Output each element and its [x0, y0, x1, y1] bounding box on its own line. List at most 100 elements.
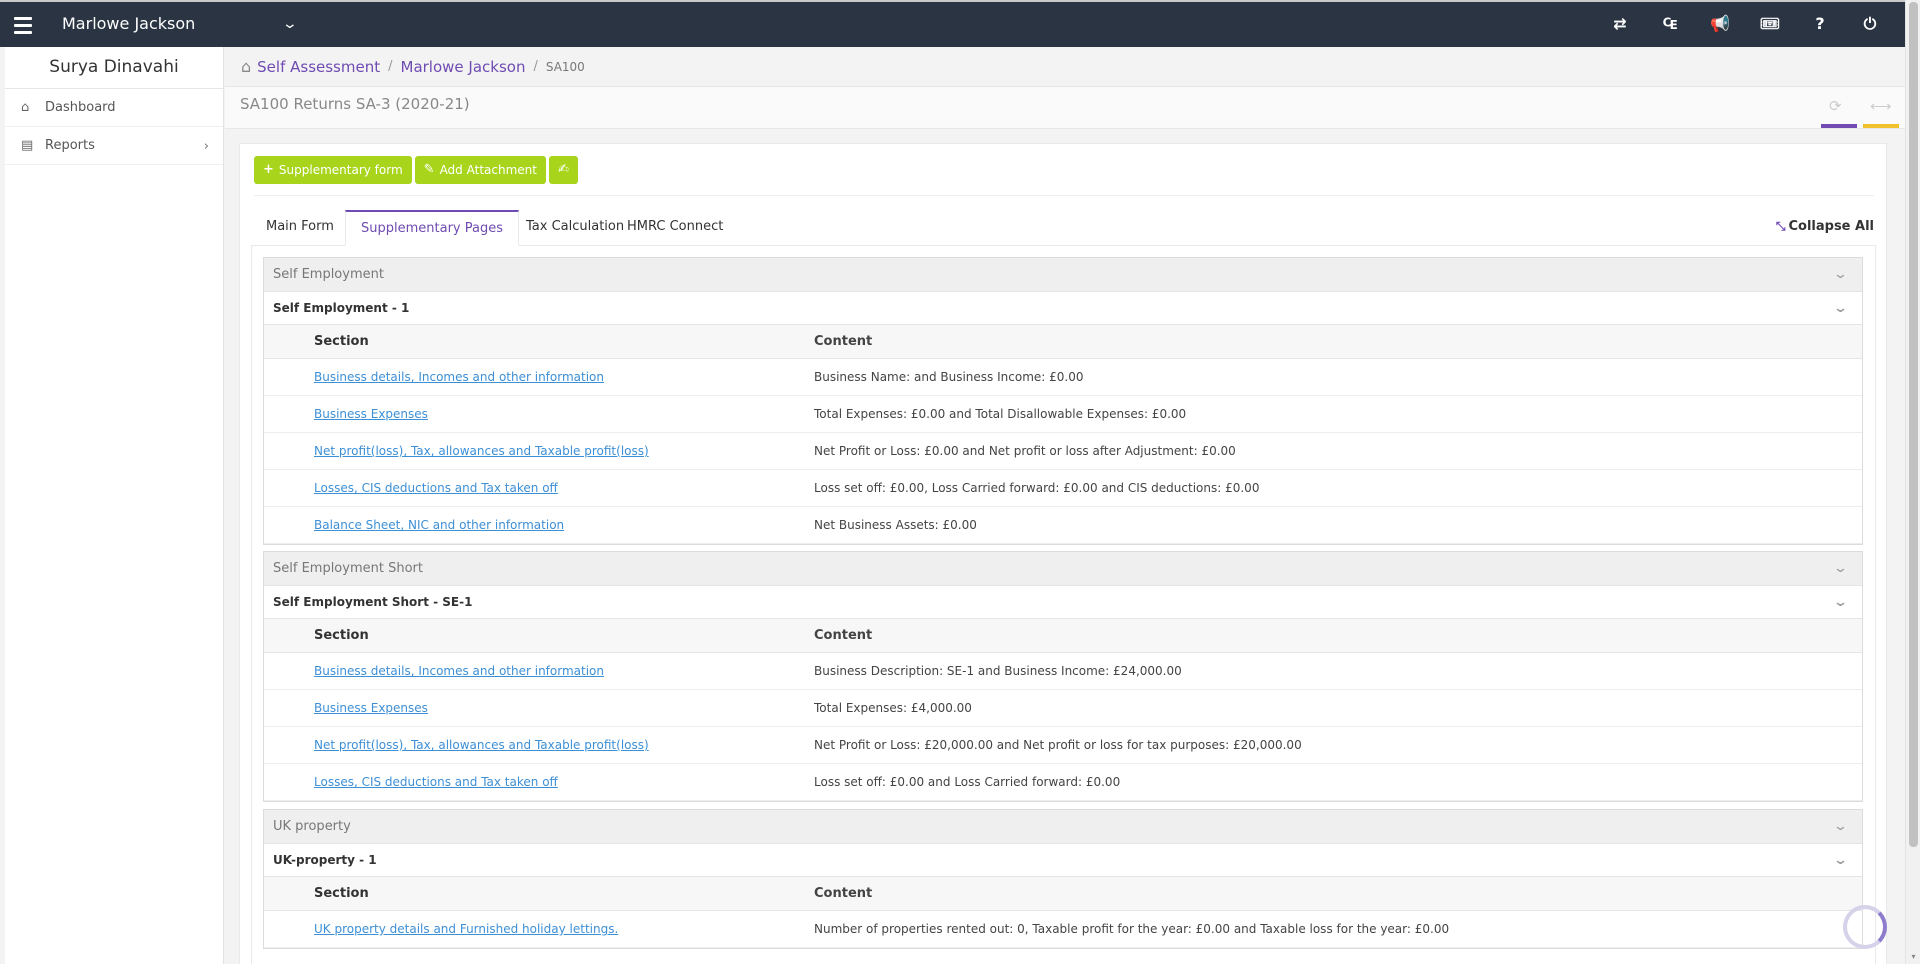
chevron-down-icon: ⌄: [1832, 301, 1849, 316]
group-self-employment-short: Self Employment Short ⌄ Self Employment S…: [263, 551, 1863, 802]
section-content: Number of properties rented out: 0, Taxa…: [814, 922, 1450, 936]
subgroup-title: Self Employment Short - SE-1: [273, 595, 473, 609]
table-header: Section Content: [264, 619, 1862, 653]
column-header-content: Content: [814, 628, 873, 643]
section-link[interactable]: Business Expenses: [314, 690, 428, 726]
breadcrumb-current: SA100: [545, 59, 585, 74]
breadcrumb: ⌂ Self Assessment / Marlowe Jackson / SA…: [225, 47, 1905, 87]
section-content: Net Business Assets: £0.00: [814, 518, 977, 532]
file-icon: ▤: [21, 138, 34, 153]
page-scrollbar[interactable]: ▾: [1905, 0, 1920, 964]
ticket-icon[interactable]: 🎟: [1745, 14, 1795, 34]
hamburger-menu-icon[interactable]: [14, 12, 40, 38]
plus-icon: +: [263, 162, 274, 177]
breadcrumb-separator: /: [533, 59, 538, 74]
collapse-all-label: Collapse All: [1788, 219, 1874, 234]
sidebar-item-reports[interactable]: ▤ Reports ›: [5, 127, 223, 165]
add-attachment-button[interactable]: ✎ Add Attachment: [414, 156, 546, 184]
subgroup-header[interactable]: UK-property - 1 ⌄: [264, 844, 1862, 877]
subgroup-title: Self Employment - 1: [273, 301, 410, 315]
breadcrumb-client[interactable]: Marlowe Jackson: [401, 58, 526, 76]
chevron-right-icon: ›: [203, 139, 209, 154]
sidebar-item-dashboard[interactable]: ⌂ Dashboard: [5, 89, 223, 127]
tab-bar: Main Form Supplementary Pages Tax Calcul…: [251, 210, 1876, 246]
section-link[interactable]: UK property details and Furnished holida…: [314, 911, 618, 947]
group-uk-property: UK property ⌄ UK-property - 1 ⌄ Section Co…: [263, 809, 1863, 949]
transfer-icon[interactable]: ⇄: [1595, 14, 1645, 34]
column-header-section: Section: [314, 334, 369, 349]
column-header-content: Content: [814, 334, 873, 349]
expand-icon[interactable]: ⟷: [1870, 97, 1892, 115]
refresh-indicator: [1821, 124, 1857, 128]
table-row: Business details, Incomes and other info…: [264, 653, 1862, 690]
section-link[interactable]: Business Expenses: [314, 396, 428, 432]
section-content: Total Expenses: £4,000.00: [814, 701, 972, 715]
main-content: ⌂ Self Assessment / Marlowe Jackson / SA…: [225, 47, 1905, 964]
table-row: Net profit(loss), Tax, allowances and Ta…: [264, 727, 1862, 764]
sidebar: Surya Dinavahi ⌂ Dashboard ▤ Reports ›: [5, 47, 224, 964]
group-title: Self Employment: [273, 267, 384, 282]
section-link[interactable]: Business details, Incomes and other info…: [314, 653, 604, 689]
bullhorn-icon[interactable]: 📢: [1695, 14, 1745, 34]
loading-spinner-icon: [1843, 905, 1887, 949]
section-link[interactable]: Losses, CIS deductions and Tax taken off: [314, 470, 558, 506]
home-icon: ⌂: [21, 100, 30, 115]
page-title: SA100 Returns SA-3 (2020-21): [240, 95, 470, 113]
section-content: Business Description: SE-1 and Business …: [814, 664, 1182, 678]
section-link[interactable]: Losses, CIS deductions and Tax taken off: [314, 764, 558, 800]
tab-supplementary-pages[interactable]: Supplementary Pages: [345, 210, 519, 246]
supplementary-form-button[interactable]: + Supplementary form: [254, 156, 412, 184]
tab-main-form[interactable]: Main Form: [251, 210, 349, 246]
table-header: Section Content: [264, 325, 1862, 359]
home-icon[interactable]: ⌂: [241, 57, 251, 76]
currency-icon[interactable]: ₠: [1645, 14, 1695, 34]
column-header-content: Content: [814, 886, 873, 901]
scrollbar-thumb[interactable]: [1909, 2, 1918, 847]
breadcrumb-separator: /: [388, 59, 393, 74]
tab-hmrc-connect[interactable]: HMRC Connect: [612, 210, 738, 246]
client-name: Marlowe Jackson: [62, 14, 196, 33]
help-icon[interactable]: ?: [1795, 14, 1845, 34]
refresh-icon[interactable]: ⟳: [1829, 97, 1842, 115]
chevron-down-icon: ⌄: [1832, 595, 1849, 610]
section-content: Loss set off: £0.00, Loss Carried forwar…: [814, 481, 1260, 495]
section-content: Total Expenses: £0.00 and Total Disallow…: [814, 407, 1187, 421]
group-header[interactable]: Self Employment ⌄: [264, 258, 1862, 292]
table-row: Business details, Incomes and other info…: [264, 359, 1862, 396]
section-link[interactable]: Balance Sheet, NIC and other information: [314, 507, 564, 543]
section-content: Business Name: and Business Income: £0.0…: [814, 370, 1084, 384]
group-header[interactable]: UK property ⌄: [264, 810, 1862, 844]
chevron-down-icon: ⌄: [1832, 561, 1849, 576]
edit-button[interactable]: ✍: [548, 156, 578, 184]
table-row: Losses, CIS deductions and Tax taken off…: [264, 764, 1862, 801]
group-header[interactable]: Self Employment Short ⌄: [264, 552, 1862, 586]
chevron-down-icon[interactable]: ⌄: [282, 15, 298, 32]
collapse-all-button[interactable]: ⤡ Collapse All: [1776, 219, 1874, 234]
add-attachment-label: Add Attachment: [439, 163, 537, 177]
sidebar-user-name: Surya Dinavahi: [5, 47, 223, 89]
column-header-section: Section: [314, 628, 369, 643]
power-icon[interactable]: ⏻: [1845, 14, 1895, 34]
paperclip-icon: ✎: [423, 162, 435, 177]
supplementary-pages-content: Self Employment ⌄ Self Employment - 1 ⌄ Se…: [251, 245, 1876, 964]
compress-icon: ⤡: [1775, 219, 1786, 233]
table-row: Business Expenses Total Expenses: £0.00 a…: [264, 396, 1862, 433]
scroll-down-icon[interactable]: ▾: [1909, 952, 1918, 961]
breadcrumb-self-assessment[interactable]: Self Assessment: [257, 58, 380, 76]
table-row: Balance Sheet, NIC and other information…: [264, 507, 1862, 544]
section-content: Net Profit or Loss: £0.00 and Net profit…: [814, 444, 1236, 458]
subgroup-header[interactable]: Self Employment - 1 ⌄: [264, 292, 1862, 325]
group-title: UK property: [273, 819, 351, 834]
table-row: Business Expenses Total Expenses: £4,000.…: [264, 690, 1862, 727]
subgroup-header[interactable]: Self Employment Short - SE-1 ⌄: [264, 586, 1862, 619]
supplementary-form-label: Supplementary form: [278, 163, 403, 177]
group-self-employment: Self Employment ⌄ Self Employment - 1 ⌄ Se…: [263, 257, 1863, 545]
section-content: Net Profit or Loss: £20,000.00 and Net p…: [814, 738, 1302, 752]
section-link[interactable]: Net profit(loss), Tax, allowances and Ta…: [314, 727, 649, 763]
section-link[interactable]: Net profit(loss), Tax, allowances and Ta…: [314, 433, 649, 469]
subgroup-title: UK-property - 1: [273, 853, 377, 867]
divider: [254, 195, 1874, 196]
section-link[interactable]: Business details, Incomes and other info…: [314, 359, 604, 395]
table-row: UK property details and Furnished holida…: [264, 911, 1862, 948]
table-row: Net profit(loss), Tax, allowances and Ta…: [264, 433, 1862, 470]
